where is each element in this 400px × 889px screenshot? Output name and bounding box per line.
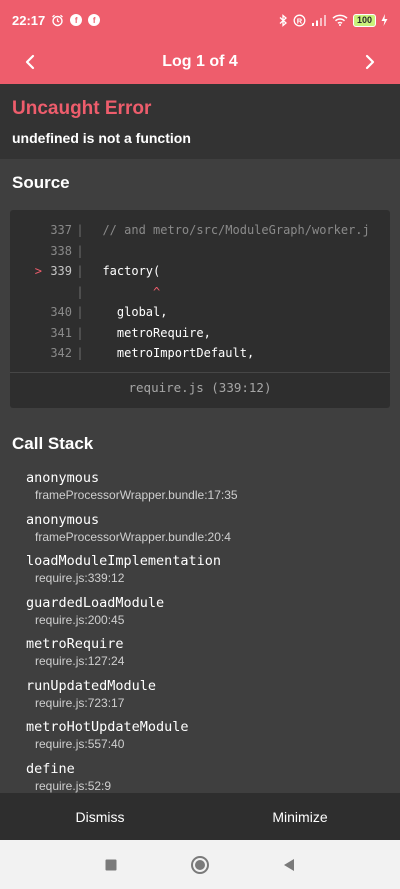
- stack-frame-location: require.js:723:17: [35, 695, 125, 710]
- stack-frame[interactable]: guardedLoadModule require.js:200:45: [26, 595, 164, 627]
- status-time: 22:17: [12, 12, 46, 28]
- stack-frame-location: require.js:200:45: [35, 612, 125, 627]
- charging-icon: [381, 14, 388, 26]
- stack-frame-function: metroRequire: [26, 636, 124, 652]
- log-counter-title: Log 1 of 4: [162, 53, 238, 70]
- gutter-separator: |: [76, 305, 84, 319]
- chevron-left-icon: [25, 54, 35, 70]
- code-text: metroRequire,: [88, 326, 211, 340]
- stack-frame[interactable]: define require.js:52:9: [26, 761, 111, 793]
- chevron-right-icon: [365, 54, 375, 70]
- line-number: 341: [50, 326, 72, 340]
- battery-icon: 100: [352, 13, 376, 27]
- line-number: 337: [50, 223, 72, 237]
- wifi-icon: [332, 14, 348, 26]
- gutter-separator: |: [76, 264, 84, 278]
- back-button[interactable]: [282, 857, 296, 873]
- alarm-icon: [51, 14, 64, 27]
- error-header: Uncaught Error undefined is not a functi…: [0, 84, 400, 159]
- status-bar: 22:17 f f R 100: [0, 0, 400, 40]
- code-text: metroImportDefault,: [88, 346, 255, 360]
- line-number: 340: [50, 305, 72, 319]
- line-number: 338: [50, 244, 72, 258]
- stack-frame-function: guardedLoadModule: [26, 594, 165, 611]
- code-line: 342 | metroImportDefault,: [10, 343, 254, 363]
- stack-frame-location: frameProcessorWrapper.bundle:17:35: [35, 488, 238, 502]
- stack-frame-location: require.js:339:12: [35, 571, 125, 585]
- stack-frame-function: runUpdatedModule: [26, 677, 157, 694]
- stack-frame[interactable]: anonymous frameProcessorWrapper.bundle:17…: [26, 470, 238, 502]
- call-stack-heading: Call Stack: [12, 434, 94, 453]
- previous-log-button[interactable]: [18, 50, 42, 74]
- svg-text:R: R: [297, 16, 303, 25]
- stack-frame-function: define: [26, 760, 75, 777]
- line-number: 339: [50, 264, 72, 278]
- code-line: | ^: [10, 282, 160, 302]
- stack-frame-location: frameProcessorWrapper.bundle:20:4: [35, 529, 231, 544]
- log-navigation-header: Log 1 of 4: [0, 40, 400, 84]
- code-text: factory(: [88, 264, 161, 278]
- code-text: // and metro/src/ModuleGraph/worker.j: [88, 223, 370, 237]
- code-line: 338 |: [10, 241, 88, 261]
- dismiss-button[interactable]: Dismiss: [0, 793, 200, 840]
- error-message: undefined is not a function: [12, 130, 191, 146]
- minimize-button[interactable]: Minimize: [200, 793, 400, 840]
- code-line: 337 | // and metro/src/ModuleGraph/worker…: [10, 220, 370, 240]
- source-heading: Source: [12, 173, 70, 192]
- gutter-separator: |: [76, 223, 84, 237]
- error-caret: ^: [88, 285, 161, 299]
- f-badge-icon: f: [70, 14, 83, 26]
- stack-frame-function: anonymous: [26, 511, 100, 528]
- recents-button[interactable]: [104, 858, 118, 872]
- gutter-separator: |: [76, 326, 84, 340]
- home-button[interactable]: [190, 855, 210, 875]
- current-line-marker: >: [34, 264, 42, 278]
- stack-frame-location: require.js:557:40: [35, 737, 125, 751]
- signal-icon: [311, 14, 327, 26]
- stack-frame[interactable]: anonymous frameProcessorWrapper.bundle:20…: [26, 512, 231, 544]
- stack-frame[interactable]: metroHotUpdateModule require.js:557:40: [26, 719, 189, 751]
- gutter-separator: |: [76, 244, 84, 258]
- f-badge-icon: f: [88, 14, 101, 26]
- bottom-action-bar: Dismiss Minimize: [0, 793, 400, 840]
- square-icon: [105, 859, 117, 870]
- code-line: 340 | global,: [10, 302, 167, 322]
- source-code-frame[interactable]: 337 | // and metro/src/ModuleGraph/worker…: [10, 210, 390, 408]
- line-number: 342: [50, 346, 72, 360]
- back-triangle-icon: [284, 858, 294, 871]
- source-location: require.js (339:12): [128, 380, 272, 395]
- code-text: global,: [88, 305, 168, 319]
- gutter-separator: |: [76, 346, 84, 360]
- code-line: >339 | factory(: [10, 261, 160, 281]
- stack-frame-function: metroHotUpdateModule: [26, 719, 189, 735]
- next-log-button[interactable]: [358, 50, 382, 74]
- code-divider: [10, 372, 390, 373]
- error-title: Uncaught Error: [12, 98, 152, 119]
- stack-frame[interactable]: metroRequire require.js:127:24: [26, 636, 124, 668]
- stack-frame-function: loadModuleImplementation: [26, 553, 222, 569]
- stack-frame[interactable]: loadModuleImplementation require.js:339:1…: [26, 553, 221, 585]
- stack-frame-location: require.js:52:9: [35, 778, 112, 793]
- stack-frame-location: require.js:127:24: [35, 654, 125, 668]
- registered-icon: R: [293, 14, 306, 27]
- stack-frame[interactable]: runUpdatedModule require.js:723:17: [26, 678, 156, 710]
- gutter-separator: |: [76, 285, 84, 299]
- home-circle-icon: [191, 855, 209, 874]
- code-line: 341 | metroRequire,: [10, 323, 211, 343]
- stack-frame-function: anonymous: [26, 470, 100, 486]
- system-navigation-bar: [0, 840, 400, 889]
- bluetooth-icon: [278, 13, 288, 27]
